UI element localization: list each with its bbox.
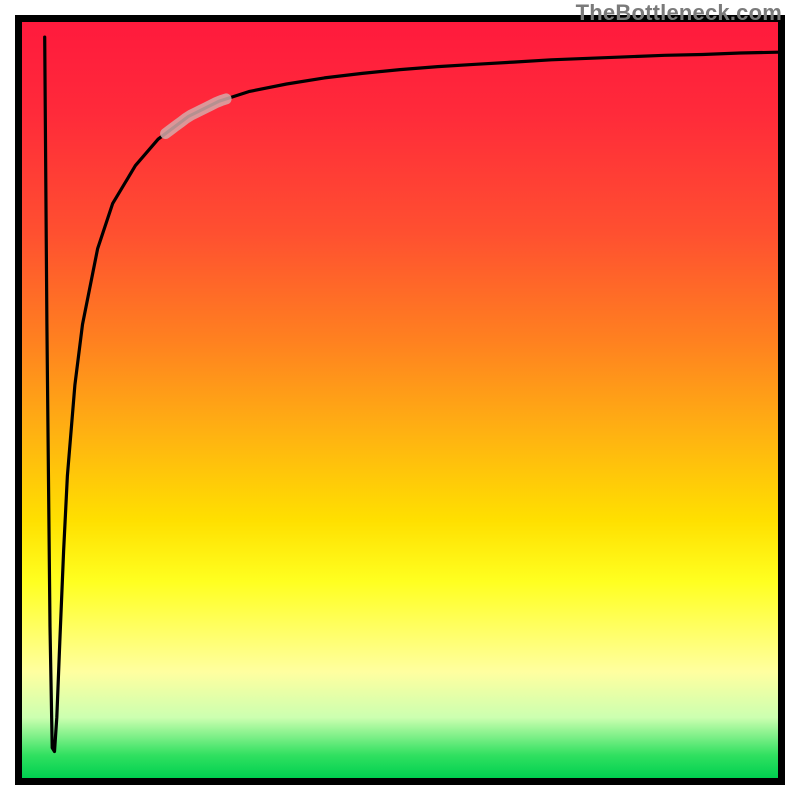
bottleneck-curve xyxy=(45,37,778,751)
chart-curve-svg xyxy=(22,22,778,778)
curve-highlight-segment xyxy=(166,99,227,134)
chart-plot-area xyxy=(22,22,778,778)
watermark-text: TheBottleneck.com xyxy=(576,0,782,26)
chart-frame xyxy=(15,15,785,785)
